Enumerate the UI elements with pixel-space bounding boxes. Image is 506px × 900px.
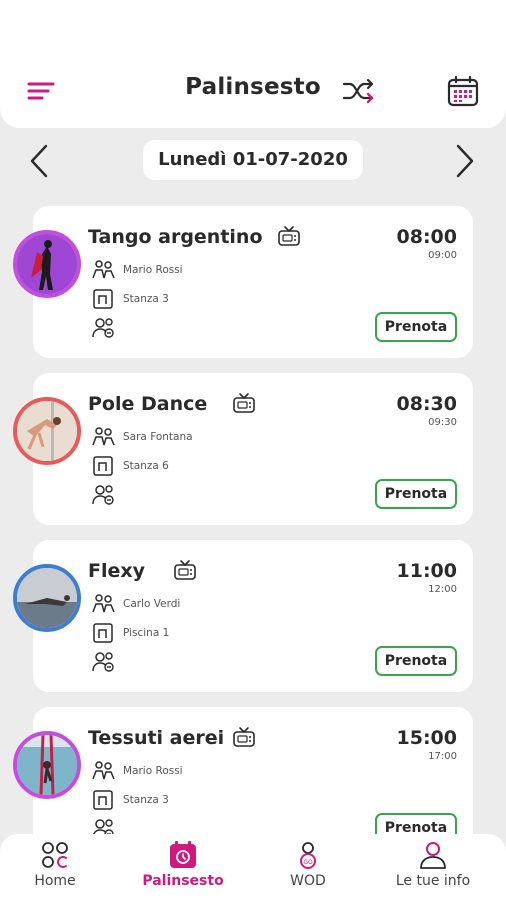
wod-icon: GO [300, 842, 316, 869]
class-avatar [13, 731, 81, 799]
nav-home-label: Home [34, 873, 76, 889]
room-row: Stanza 3 [91, 788, 331, 812]
book-button[interactable]: Prenota [375, 646, 457, 676]
instructor-icon [92, 594, 115, 613]
instructor-icon [92, 761, 115, 780]
room-name: Stanza 3 [123, 293, 169, 305]
participants-row [91, 650, 331, 674]
start-time: 15:00 [396, 727, 457, 749]
tv-icon [277, 226, 301, 248]
class-card[interactable]: Pole Dance 08:30 09:30 Sara Fontana Stan… [13, 373, 473, 525]
tv-icon [232, 393, 256, 415]
instructor-icon [92, 427, 115, 446]
participants-icon [92, 318, 114, 338]
room-icon [93, 623, 113, 643]
instructor-row: Mario Rossi [91, 258, 331, 282]
participants-row [91, 483, 331, 507]
nav-palinsesto[interactable]: Palinsesto [128, 840, 238, 896]
participants-icon [93, 819, 114, 834]
nav-palinsesto-label: Palinsesto [142, 873, 224, 889]
shuffle-icon[interactable] [342, 76, 376, 106]
start-time: 08:30 [396, 393, 457, 415]
tv-icon [173, 560, 197, 582]
class-list[interactable]: Tango argentino 08:00 09:00 Mario Rossi [0, 206, 506, 834]
participants-icon [92, 485, 114, 505]
bottom-nav: Home Palinsesto GO WOD Le tue info [0, 834, 506, 900]
end-time: 17:00 [428, 751, 457, 762]
instructor-name: Carlo Verdi [123, 598, 181, 610]
instructor-row: Sara Fontana [91, 425, 331, 449]
calendar-icon[interactable] [446, 74, 480, 108]
tv-icon [232, 727, 256, 749]
instructor-name: Mario Rossi [123, 765, 183, 777]
chevron-right-icon[interactable] [452, 142, 478, 180]
calendar-clock-icon [170, 841, 196, 868]
top-bar: Palinsesto [0, 0, 506, 128]
nav-home[interactable]: Home [0, 840, 110, 896]
class-card[interactable]: Tango argentino 08:00 09:00 Mario Rossi [13, 206, 473, 358]
nav-wod[interactable]: GO WOD [253, 840, 363, 896]
instructor-row: Mario Rossi [91, 759, 331, 783]
class-avatar [13, 564, 81, 632]
participants-row [91, 817, 331, 834]
chevron-left-icon[interactable] [26, 142, 52, 180]
nav-user-info[interactable]: Le tue info [378, 840, 488, 896]
participants-icon [92, 652, 114, 672]
instructor-row: Carlo Verdi [91, 592, 331, 616]
room-name: Piscina 1 [123, 627, 170, 639]
room-icon [93, 456, 113, 476]
nav-user-info-label: Le tue info [395, 873, 471, 889]
date-navigator: Lunedì 01-07-2020 [0, 140, 506, 182]
book-button[interactable]: Prenota [375, 479, 457, 509]
class-card[interactable]: Tessuti aerei 15:00 17:00 Mario Rossi St… [13, 707, 473, 834]
start-time: 08:00 [396, 226, 457, 248]
class-avatar [13, 397, 81, 465]
nav-wod-label: WOD [290, 873, 326, 889]
svg-text:GO: GO [303, 859, 313, 866]
room-row: Piscina 1 [91, 621, 331, 645]
start-time: 11:00 [396, 560, 457, 582]
room-row: Stanza 3 [91, 287, 331, 311]
class-title: Flexy [88, 560, 146, 582]
end-time: 09:00 [428, 250, 457, 261]
current-date[interactable]: Lunedì 01-07-2020 [143, 140, 363, 180]
end-time: 09:30 [428, 417, 457, 428]
page-title: Palinsesto [185, 74, 321, 100]
class-title: Tango argentino [88, 226, 263, 248]
participants-row [91, 316, 331, 340]
book-button[interactable]: Prenota [375, 813, 457, 834]
class-title: Tessuti aerei [88, 727, 225, 749]
room-row: Stanza 6 [91, 454, 331, 478]
room-icon [93, 289, 113, 309]
room-name: Stanza 6 [123, 460, 169, 472]
class-card[interactable]: Flexy 11:00 12:00 Carlo Verdi Piscina 1 … [13, 540, 473, 692]
end-time: 12:00 [428, 584, 457, 595]
instructor-name: Mario Rossi [123, 264, 183, 276]
instructor-name: Sara Fontana [123, 431, 193, 443]
room-icon [93, 790, 113, 810]
book-button[interactable]: Prenota [375, 312, 457, 342]
instructor-icon [92, 260, 115, 279]
user-icon [420, 842, 446, 869]
room-name: Stanza 3 [123, 794, 169, 806]
class-avatar [13, 230, 81, 298]
home-grid-icon [42, 842, 68, 868]
class-title: Pole Dance [88, 393, 208, 415]
